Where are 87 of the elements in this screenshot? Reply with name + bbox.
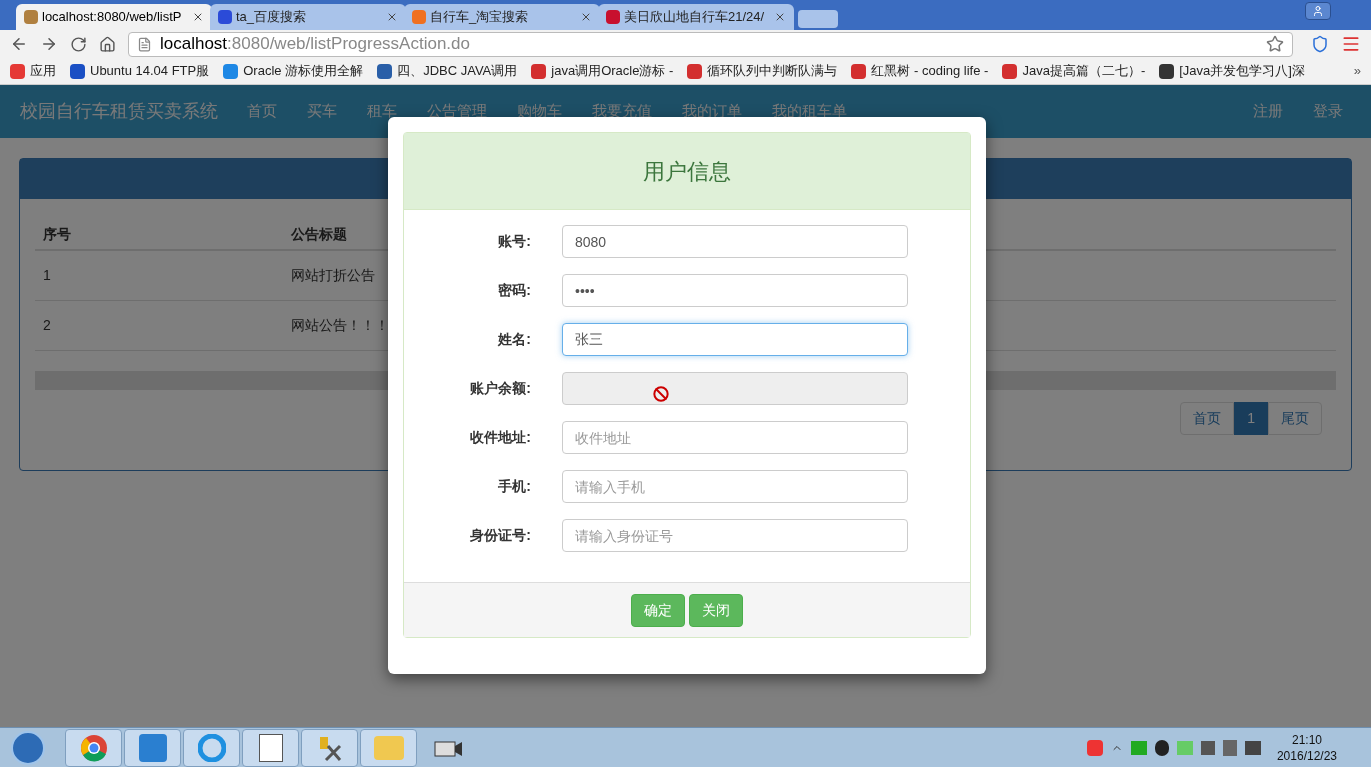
bookmark-favicon-icon <box>223 63 239 79</box>
bookmark-item[interactable]: Oracle 游标使用全解 <box>223 61 364 81</box>
browser-tab[interactable]: ta_百度搜索 <box>210 4 406 30</box>
shield-icon[interactable] <box>1311 35 1329 53</box>
user-button[interactable] <box>1305 2 1331 20</box>
page-icon <box>137 36 152 52</box>
close-icon[interactable] <box>774 11 786 23</box>
field-label: 账号: <box>497 232 531 251</box>
browser-tab[interactable]: localhost:8080/web/listP <box>16 4 212 30</box>
bookmark-label: 应用 <box>30 62 56 81</box>
input-field[interactable]: 8080 <box>562 225 908 258</box>
bookmark-item[interactable]: [Java并发包学习八]深 <box>1159 61 1305 81</box>
bookmark-item[interactable]: java调用Oracle游标 - <box>531 61 674 81</box>
bookmark-label: 红黑树 - coding life - <box>871 62 989 81</box>
bookmark-item[interactable]: 循环队列中判断队满与 <box>687 61 838 81</box>
field-label: 姓名: <box>497 330 531 349</box>
clock-time: 21:10 <box>1291 731 1322 748</box>
tab-title: ta_百度搜索 <box>236 8 308 27</box>
table-cell-text: 2 <box>42 316 52 335</box>
table-cell-text: 网站公告！！！ <box>291 316 389 335</box>
taskbar-app-button[interactable] <box>242 728 299 767</box>
bookmark-favicon-icon <box>851 63 867 79</box>
favicon-icon <box>24 10 38 24</box>
favicon-icon <box>606 10 620 24</box>
user-icon <box>1312 5 1324 17</box>
back-icon[interactable] <box>10 35 28 53</box>
bookmark-label: java调用Oracle游标 - <box>551 62 674 81</box>
taskbar-clock[interactable]: 21:10 2016/12/23 <box>1276 731 1337 764</box>
column-header: 公告标题 <box>291 224 347 244</box>
bookmark-label: 循环队列中判断队满与 <box>707 62 838 81</box>
bookmark-favicon-icon <box>10 63 25 79</box>
modal-title: 用户信息 <box>643 157 731 186</box>
bookmark-favicon-icon <box>1159 63 1175 79</box>
tab-title: 美日欣山地自行车21/24/ <box>624 8 766 27</box>
url-text: localhost:8080/web/listProgressAction.do <box>160 33 470 56</box>
taskbar-app-button[interactable] <box>65 728 122 767</box>
tab-title: localhost:8080/web/listP <box>42 8 183 27</box>
bookmark-item[interactable]: 四、JDBC JAVA调用 <box>377 61 518 81</box>
taskbar-app-button[interactable] <box>301 728 358 767</box>
close-icon[interactable] <box>580 11 592 23</box>
bookmark-label: Oracle 游标使用全解 <box>243 62 364 81</box>
browser-tab[interactable]: 美日欣山地自行车21/24/ <box>598 4 794 30</box>
more-bookmarks[interactable]: » <box>1353 61 1361 81</box>
bookmark-favicon-icon <box>687 63 703 79</box>
clock-date: 2016/12/23 <box>1276 747 1337 764</box>
column-header: 序号 <box>42 224 72 244</box>
bookmark-favicon-icon <box>1002 63 1018 79</box>
input-field[interactable]: 张三 <box>562 323 908 356</box>
bookmark-star-icon[interactable] <box>1266 35 1284 53</box>
menu-icon[interactable] <box>1341 34 1361 54</box>
favicon-icon <box>412 10 426 24</box>
not-allowed-cursor-icon <box>653 386 669 402</box>
bookmark-item[interactable]: 红黑树 - coding life - <box>851 61 989 81</box>
chrome-icon <box>79 733 108 762</box>
input-field[interactable]: 收件地址 <box>562 421 908 454</box>
close-icon[interactable] <box>192 11 204 23</box>
field-label: 账户余额: <box>469 379 531 398</box>
bookmark-label: Java提高篇（二七）- <box>1022 62 1146 81</box>
address-bar[interactable]: localhost:8080/web/listProgressAction.do <box>128 31 1293 57</box>
bookmark-label: 四、JDBC JAVA调用 <box>397 62 518 81</box>
bookmark-favicon-icon <box>70 63 85 79</box>
home-icon[interactable] <box>99 35 116 53</box>
reload-icon[interactable] <box>70 35 87 53</box>
input-field[interactable]: 请输入手机 <box>562 470 908 503</box>
bookmark-label: Ubuntu 14.04 FTP服 <box>90 62 210 81</box>
bookmark-favicon-icon <box>377 63 393 79</box>
aperture-icon <box>197 733 226 762</box>
bookmark-favicon-icon <box>531 63 547 79</box>
bookmark-item[interactable]: Ubuntu 14.04 FTP服 <box>70 61 210 81</box>
browser-tab[interactable]: 自行车_淘宝搜索 <box>404 4 600 30</box>
notepad-icon <box>258 733 283 762</box>
bookmark-label: [Java并发包学习八]深 <box>1179 62 1305 81</box>
input-field[interactable]: •••• <box>562 274 908 307</box>
field-label: 密码: <box>497 281 531 300</box>
close-icon[interactable] <box>386 11 398 23</box>
folder-icon <box>373 735 404 760</box>
input-field[interactable]: 请输入身份证号 <box>562 519 908 552</box>
bookmark-item[interactable]: 应用 <box>10 61 56 81</box>
field-label: 身份证号: <box>469 526 531 545</box>
tab-title: 自行车_淘宝搜索 <box>430 8 530 27</box>
field-label: 收件地址: <box>469 428 531 447</box>
table-cell-text: 1 <box>42 266 52 285</box>
forward-icon[interactable] <box>40 35 58 53</box>
favicon-icon <box>218 10 232 24</box>
table-cell-text: 网站打折公告 <box>291 266 375 285</box>
bookmark-item[interactable]: Java提高篇（二七）- <box>1002 61 1146 81</box>
field-label: 手机: <box>497 477 531 496</box>
